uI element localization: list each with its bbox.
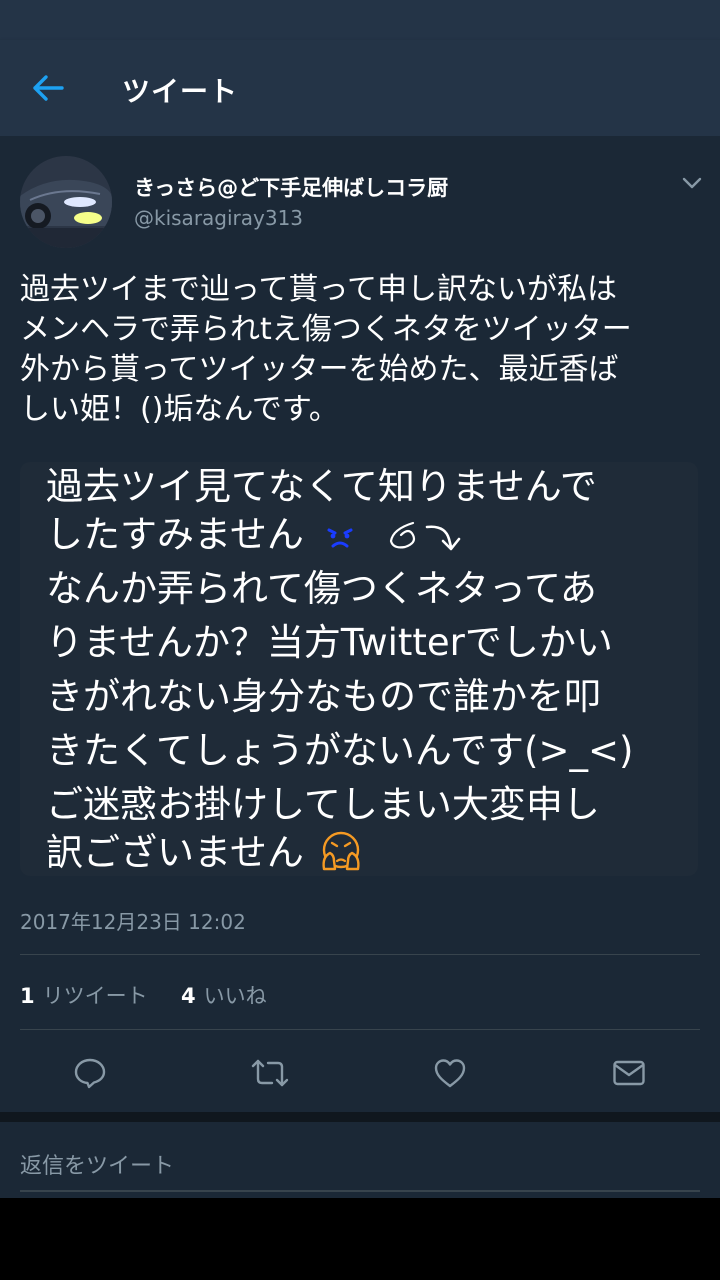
reply-button[interactable] [65, 1048, 115, 1098]
like-stat[interactable]: 4 いいね [181, 984, 267, 1008]
tweet-text-line: 外から貰ってツイッターを始めた、最近香ば [20, 352, 619, 387]
engagement-stats: 1 リツイート 4 いいね [20, 980, 267, 1010]
image-text-line: ご迷惑お掛けしてしまい大変申し [46, 783, 600, 826]
image-text-segment: 訳ございません [46, 831, 304, 874]
image-text-line: 過去ツイ見てなくて知りませんで [46, 465, 597, 508]
image-text-line: したすみません [46, 512, 473, 558]
chevron-down-icon [682, 177, 702, 189]
arrow-left-icon [33, 75, 64, 101]
message-button[interactable] [604, 1048, 654, 1098]
like-count: 4 [181, 984, 196, 1008]
reply-icon [74, 1058, 106, 1089]
tweet-text-line: 過去ツイまで辿って貰って申し訳ないが私は [20, 272, 617, 307]
like-label: いいね [203, 984, 267, 1008]
message-icon [613, 1060, 645, 1086]
sweat-drop-arrow-icon [390, 521, 461, 551]
app-header: ツイート [0, 40, 720, 136]
image-text-line: きがれない身分なもので誰かを叩 [46, 675, 601, 718]
tweet-detail: きっさら@ど下手足伸ばしコラ厨 @kisaragiray313 過去ツイまで辿っ… [0, 136, 720, 1112]
tweet-timestamp: 2017年12月23日 12:02 [20, 910, 246, 934]
sad-face-icon [327, 528, 353, 548]
reply-input[interactable] [20, 1142, 700, 1192]
phone-screen: ツイート きっさら@ど下手足伸ばしコラ厨 @kisaragiray313 過去ツ… [0, 0, 720, 1280]
image-text-line: きたくてしょうがないんです(>_<) [46, 729, 634, 772]
back-button[interactable] [22, 64, 74, 112]
divider [20, 1029, 700, 1030]
more-options-button[interactable] [672, 168, 712, 198]
status-bar [0, 0, 720, 40]
tweet-text-line: メンヘラで弄られtえ傷つくネタをツイッター [20, 312, 632, 347]
covering-face-emoji-icon [322, 831, 360, 871]
image-text-line: 訳ございません [46, 830, 364, 876]
image-text-line: りませんか？当方Twitterでしかい [46, 621, 613, 664]
retweet-button[interactable] [245, 1048, 295, 1098]
retweet-label: リツイート [42, 984, 148, 1008]
retweet-icon [251, 1059, 289, 1087]
user-handle[interactable]: @kisaragiray313 [134, 206, 303, 230]
retweet-stat[interactable]: 1 リツイート [20, 984, 148, 1008]
avatar[interactable] [20, 156, 112, 248]
section-separator [0, 1112, 720, 1122]
retweet-count: 1 [20, 984, 35, 1008]
like-button[interactable] [425, 1048, 475, 1098]
reply-bar [0, 1122, 720, 1198]
page-title: ツイート [122, 75, 239, 108]
divider [20, 954, 700, 955]
image-text-line: なんか弄られて傷つくネタってあ [46, 567, 597, 610]
system-nav-area [0, 1198, 720, 1280]
car-avatar-image [20, 156, 112, 248]
tweet-image[interactable]: 過去ツイ見てなくて知りませんで したすみません なんか弄られて傷つくネタってあ … [20, 462, 698, 876]
image-text-segment: したすみません [46, 513, 304, 556]
tweet-text-line: しい姫！()垢なんです。 [20, 392, 339, 427]
tweet-actions [0, 1048, 720, 1098]
like-icon [434, 1059, 466, 1088]
display-name[interactable]: きっさら@ど下手足伸ばしコラ厨 [134, 172, 448, 202]
tweet-text: 過去ツイまで辿って貰って申し訳ないが私は メンヘラで弄られtえ傷つくネタをツイッ… [20, 270, 704, 430]
